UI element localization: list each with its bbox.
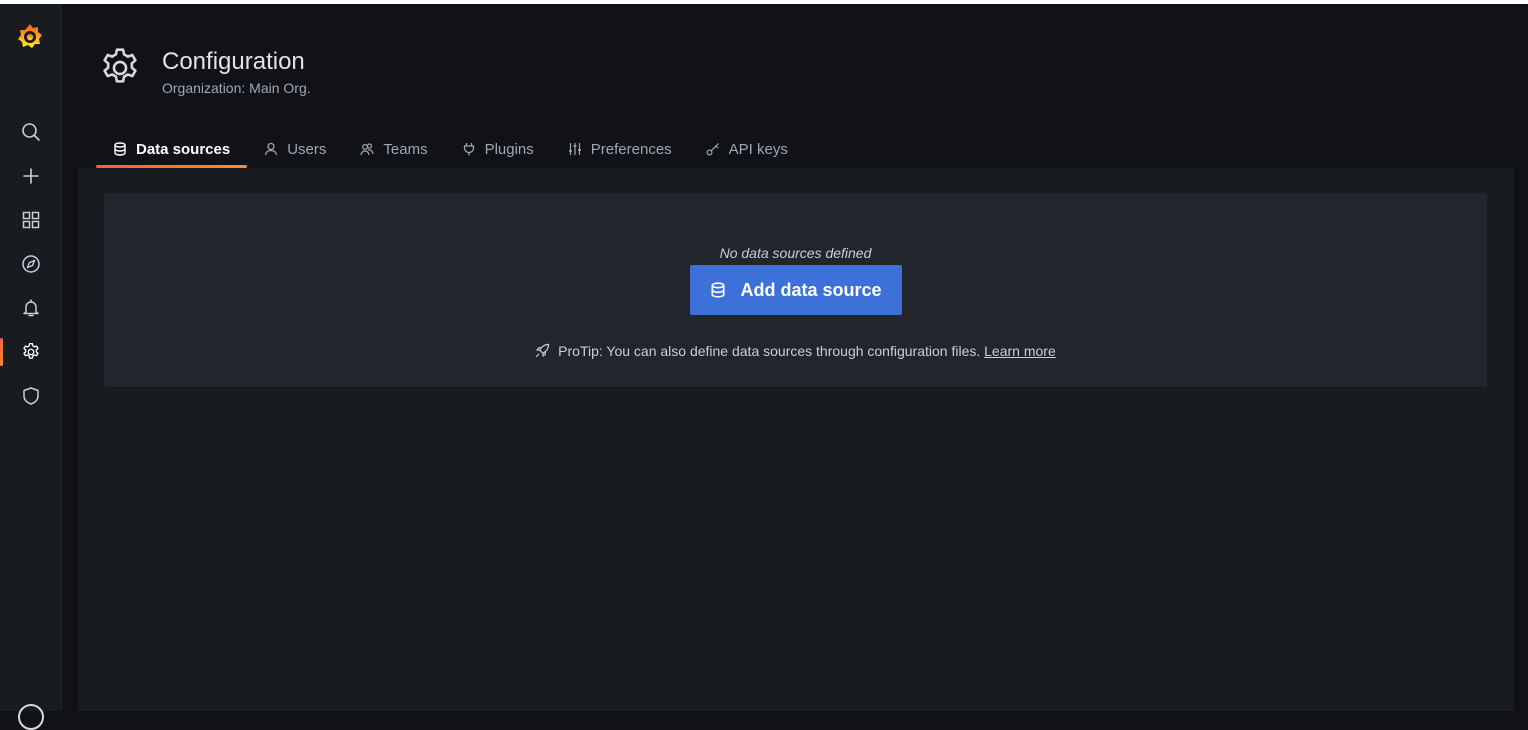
database-icon bbox=[711, 282, 725, 298]
tab-plugins[interactable]: Plugins bbox=[445, 130, 551, 168]
search-icon bbox=[22, 123, 40, 141]
tab-users[interactable]: Users bbox=[247, 130, 343, 168]
empty-state-panel: No data sources defined Add data source … bbox=[104, 193, 1487, 387]
tab-data-sources[interactable]: Data sources bbox=[96, 130, 248, 168]
plus-icon bbox=[23, 168, 39, 184]
learn-more-link[interactable]: Learn more bbox=[984, 343, 1056, 359]
users-alt-icon bbox=[360, 143, 374, 156]
sidebar-item-search[interactable] bbox=[0, 112, 62, 152]
database-icon bbox=[114, 142, 126, 156]
add-data-source-label: Add data source bbox=[740, 279, 882, 300]
sidebar-item-alerting[interactable] bbox=[0, 288, 62, 328]
cog-icon bbox=[23, 343, 39, 359]
sidebar-item-server-admin[interactable] bbox=[0, 376, 62, 416]
tab-label: Preferences bbox=[590, 140, 672, 158]
sidebar-item-create[interactable] bbox=[0, 156, 62, 196]
shield-icon bbox=[23, 387, 39, 405]
protip: ProTip: You can also define data sources… bbox=[104, 343, 1487, 359]
empty-state-title: No data sources defined bbox=[719, 245, 872, 261]
rocket-icon bbox=[536, 343, 550, 358]
page-subtitle: Organization: Main Org. bbox=[162, 80, 311, 96]
tab-label: Plugins bbox=[484, 140, 534, 158]
sidebar bbox=[0, 4, 62, 730]
page-title: Configuration bbox=[162, 48, 305, 75]
config-tabs: Data sources Users Teams Plugins Prefere… bbox=[96, 130, 805, 168]
compass-icon bbox=[22, 255, 40, 273]
sidebar-item-dashboards[interactable] bbox=[0, 200, 62, 240]
user-icon bbox=[265, 142, 278, 156]
key-icon bbox=[706, 143, 719, 156]
tab-label: Data sources bbox=[136, 140, 231, 158]
sidebar-item-explore[interactable] bbox=[0, 244, 62, 284]
tab-label: Users bbox=[287, 140, 327, 158]
tab-label: API keys bbox=[728, 140, 788, 158]
content-area: No data sources defined Add data source … bbox=[78, 168, 1514, 711]
protip-text: ProTip: You can also define data sources… bbox=[558, 343, 981, 359]
tab-teams[interactable]: Teams bbox=[343, 130, 444, 168]
sliders-icon bbox=[568, 143, 581, 155]
add-data-source-button[interactable]: Add data source bbox=[690, 265, 902, 315]
tab-preferences[interactable]: Preferences bbox=[551, 130, 689, 168]
bell-icon bbox=[23, 299, 39, 317]
tab-label: Teams bbox=[383, 140, 428, 158]
tab-api-keys[interactable]: API keys bbox=[689, 130, 805, 168]
grafana-logo-icon[interactable] bbox=[15, 22, 45, 52]
sidebar-item-configuration[interactable] bbox=[0, 332, 62, 372]
apps-icon bbox=[22, 211, 40, 229]
cog-icon bbox=[103, 48, 137, 83]
plug-icon bbox=[463, 143, 474, 156]
user-avatar-icon[interactable] bbox=[18, 704, 44, 730]
